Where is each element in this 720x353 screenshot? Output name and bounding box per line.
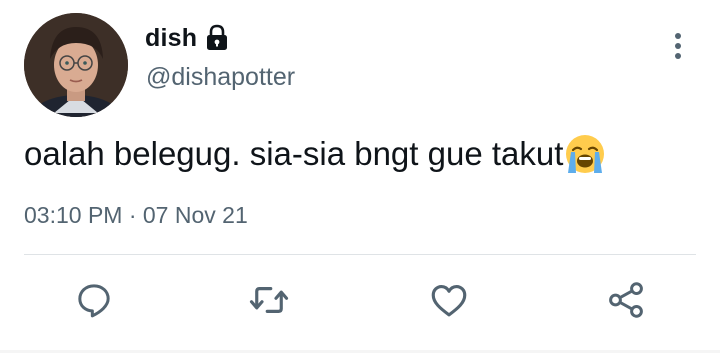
tweet-text: oalah belegug. sia-sia bngt gue takut — [24, 133, 606, 175]
reply-icon — [78, 284, 110, 318]
display-name[interactable]: dish — [145, 24, 197, 53]
loudly-crying-face-emoji — [564, 133, 606, 175]
divider — [24, 254, 696, 255]
avatar-image — [24, 13, 128, 117]
share-icon — [609, 282, 643, 318]
heart-icon — [431, 284, 467, 317]
lock-icon — [205, 24, 229, 52]
user-handle[interactable]: @dishapotter — [146, 63, 295, 92]
retweet-button[interactable] — [247, 278, 291, 322]
like-button[interactable] — [427, 278, 471, 322]
tweet-card: dish @dishapotter oalah belegug. sia-sia… — [0, 0, 720, 353]
name-row: dish — [145, 22, 229, 54]
avatar[interactable] — [24, 13, 128, 117]
reply-button[interactable] — [72, 278, 116, 322]
more-vertical-icon[interactable] — [666, 30, 690, 62]
retweet-icon — [249, 287, 289, 313]
tweet-timestamp[interactable]: 03:10 PM · 07 Nov 21 — [24, 202, 248, 229]
action-bar — [0, 278, 720, 330]
share-button[interactable] — [604, 278, 648, 322]
tweet-text-content: oalah belegug. sia-sia bngt gue takut — [24, 135, 564, 172]
